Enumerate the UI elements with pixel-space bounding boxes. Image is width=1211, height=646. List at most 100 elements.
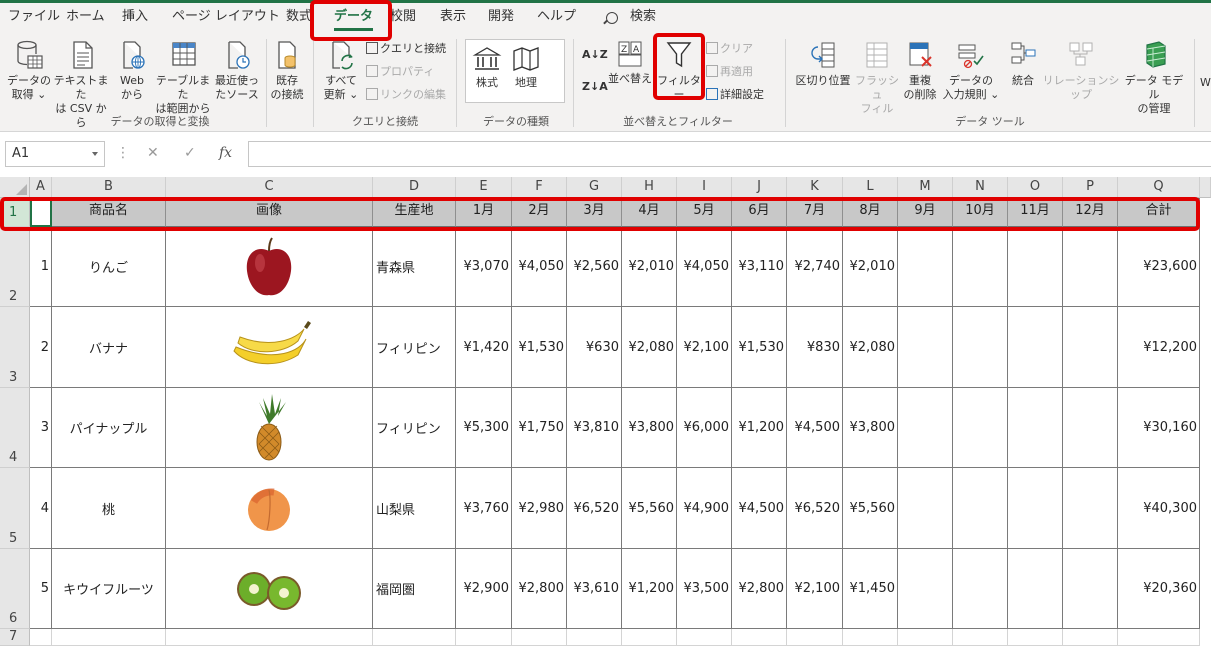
text-to-columns-button[interactable]: 区切り位置 — [792, 39, 854, 88]
month-value-cell[interactable] — [1008, 307, 1063, 388]
get-data-button[interactable]: データの 取得 ⌄ — [6, 39, 52, 102]
header-cell[interactable]: 11月 — [1008, 198, 1063, 227]
tab-help[interactable]: ヘルプ — [537, 3, 576, 33]
month-value-cell[interactable] — [1063, 227, 1118, 307]
insert-function-icon[interactable]: fx — [219, 145, 232, 161]
product-name-cell[interactable]: りんご — [52, 227, 166, 307]
total-cell[interactable]: ¥30,160 — [1118, 388, 1200, 468]
row-number-cell[interactable]: 2 — [30, 307, 52, 388]
row-header-5[interactable]: 5 — [0, 468, 30, 549]
column-header-q[interactable]: Q — [1118, 177, 1200, 198]
stocks-button[interactable]: 株式 — [467, 45, 507, 90]
row-header-3[interactable]: 3 — [0, 307, 30, 388]
column-header-j[interactable]: J — [732, 177, 787, 198]
origin-cell[interactable]: フィリピン — [373, 388, 456, 468]
tab-developer[interactable]: 開発 — [488, 3, 514, 33]
product-name-cell[interactable]: パイナップル — [52, 388, 166, 468]
month-value-cell[interactable]: ¥3,760 — [456, 468, 512, 549]
row-header-6[interactable]: 6 — [0, 549, 30, 629]
empty-cell[interactable] — [622, 629, 677, 646]
month-value-cell[interactable] — [953, 307, 1008, 388]
sort-button[interactable]: ZA 並べ替え — [608, 39, 652, 86]
filter-button[interactable]: フィルター — [657, 39, 701, 102]
geography-button[interactable]: 地理 — [508, 45, 544, 90]
recent-sources-button[interactable]: 最近使っ たソース — [212, 39, 262, 102]
tab-insert[interactable]: 挿入 — [122, 3, 148, 33]
column-header-e[interactable]: E — [456, 177, 512, 198]
search-icon[interactable] — [606, 12, 618, 24]
month-value-cell[interactable] — [898, 468, 953, 549]
clear-filter-button[interactable]: クリア — [706, 41, 753, 57]
origin-cell[interactable]: 山梨県 — [373, 468, 456, 549]
total-cell[interactable]: ¥12,200 — [1118, 307, 1200, 388]
month-value-cell[interactable]: ¥1,200 — [732, 388, 787, 468]
month-value-cell[interactable] — [898, 227, 953, 307]
tab-view[interactable]: 表示 — [440, 3, 466, 33]
month-value-cell[interactable] — [898, 388, 953, 468]
month-value-cell[interactable]: ¥1,420 — [456, 307, 512, 388]
data-model-button[interactable]: データ モデル の管理 — [1122, 39, 1186, 116]
header-cell[interactable]: 商品名 — [52, 198, 166, 227]
month-value-cell[interactable]: ¥3,070 — [456, 227, 512, 307]
total-cell[interactable]: ¥23,600 — [1118, 227, 1200, 307]
select-all-corner[interactable] — [0, 177, 30, 198]
empty-cell[interactable] — [373, 629, 456, 646]
month-value-cell[interactable] — [1008, 468, 1063, 549]
month-value-cell[interactable]: ¥3,500 — [677, 549, 732, 629]
header-cell[interactable]: 12月 — [1063, 198, 1118, 227]
properties-button[interactable]: プロパティ — [366, 64, 434, 80]
reapply-button[interactable]: 再適用 — [706, 64, 753, 80]
month-value-cell[interactable]: ¥2,080 — [622, 307, 677, 388]
empty-cell[interactable] — [787, 629, 843, 646]
month-value-cell[interactable]: ¥2,740 — [787, 227, 843, 307]
banana-image[interactable] — [224, 313, 314, 381]
header-cell[interactable]: 合計 — [1118, 198, 1200, 227]
pineapple-image[interactable] — [224, 393, 314, 462]
header-cell[interactable]: 3月 — [567, 198, 622, 227]
empty-cell[interactable] — [732, 629, 787, 646]
empty-cell[interactable] — [1063, 629, 1118, 646]
existing-connections-button[interactable]: 既存 の接続 — [268, 39, 306, 102]
cancel-icon[interactable]: ✕ — [147, 145, 159, 161]
month-value-cell[interactable]: ¥2,800 — [512, 549, 567, 629]
column-header-d[interactable]: D — [373, 177, 456, 198]
tab-home[interactable]: ホーム — [66, 3, 105, 33]
month-value-cell[interactable]: ¥2,080 — [843, 307, 898, 388]
empty-cell[interactable] — [1118, 629, 1200, 646]
enter-icon[interactable]: ✓ — [184, 145, 196, 161]
month-value-cell[interactable]: ¥3,110 — [732, 227, 787, 307]
product-image-cell[interactable] — [166, 388, 373, 468]
tab-data[interactable]: データ — [334, 3, 374, 33]
month-value-cell[interactable]: ¥1,750 — [512, 388, 567, 468]
column-header-n[interactable]: N — [953, 177, 1008, 198]
empty-cell[interactable] — [456, 629, 512, 646]
column-header-b[interactable]: B — [52, 177, 166, 198]
month-value-cell[interactable]: ¥5,560 — [843, 468, 898, 549]
month-value-cell[interactable]: ¥1,530 — [512, 307, 567, 388]
header-cell[interactable]: 画像 — [166, 198, 373, 227]
column-header-l[interactable]: L — [843, 177, 898, 198]
formula-input[interactable] — [248, 141, 1211, 167]
header-cell[interactable]: 7月 — [787, 198, 843, 227]
refresh-all-button[interactable]: すべて 更新 ⌄ — [320, 39, 362, 102]
row-header-7[interactable]: 7 — [0, 629, 30, 646]
month-value-cell[interactable] — [1008, 549, 1063, 629]
cell-a1[interactable] — [30, 198, 52, 227]
from-table-range-button[interactable]: テーブルまた は範囲から — [154, 39, 212, 116]
row-number-cell[interactable]: 5 — [30, 549, 52, 629]
sort-az-button[interactable]: A↓Z — [582, 47, 608, 63]
column-header-k[interactable]: K — [787, 177, 843, 198]
month-value-cell[interactable]: ¥5,300 — [456, 388, 512, 468]
tab-file[interactable]: ファイル — [8, 3, 60, 33]
header-cell[interactable]: 9月 — [898, 198, 953, 227]
column-header-p[interactable]: P — [1063, 177, 1118, 198]
empty-cell[interactable] — [567, 629, 622, 646]
month-value-cell[interactable]: ¥4,900 — [677, 468, 732, 549]
empty-cell[interactable] — [1008, 629, 1063, 646]
total-cell[interactable]: ¥40,300 — [1118, 468, 1200, 549]
month-value-cell[interactable] — [1063, 307, 1118, 388]
total-cell[interactable]: ¥20,360 — [1118, 549, 1200, 629]
month-value-cell[interactable] — [1008, 227, 1063, 307]
month-value-cell[interactable] — [953, 468, 1008, 549]
header-cell[interactable]: 10月 — [953, 198, 1008, 227]
